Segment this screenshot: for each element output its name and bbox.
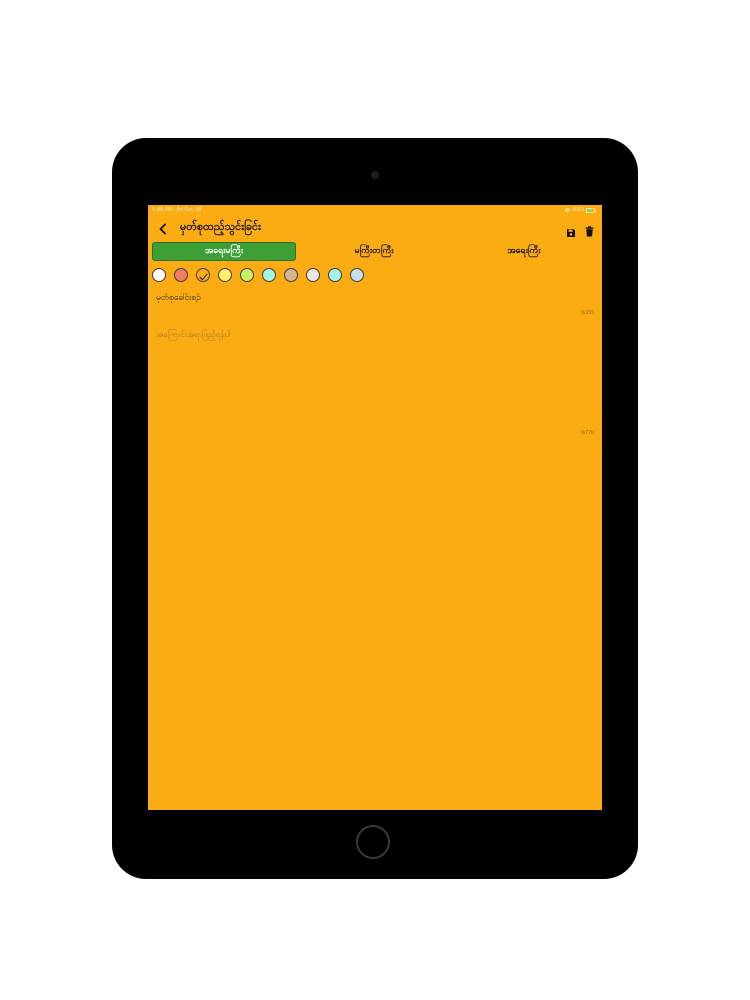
color-swatch-orange[interactable] bbox=[196, 268, 210, 282]
title-char-count: 0/255 bbox=[581, 311, 594, 316]
chevron-left-icon[interactable] bbox=[157, 221, 169, 235]
battery-icon bbox=[586, 207, 596, 213]
nav-bar: မှတ်စုထည့်သွင်းခြင်း bbox=[148, 217, 602, 239]
priority-segmented-control: အရေးမကြီး မကြီးတကြီး အရေးကြီး bbox=[152, 242, 598, 261]
battery-percent: 63% bbox=[572, 207, 584, 213]
segment-label: မကြီးတကြီး bbox=[354, 246, 394, 256]
checkmark-icon bbox=[198, 266, 208, 285]
note-editor-screen: 5:08 PM · Fri Oct 18 63% မှတ်စုထည့်သွင်း… bbox=[148, 205, 602, 810]
note-body-input[interactable] bbox=[156, 329, 586, 429]
color-swatch-light-gray[interactable] bbox=[306, 268, 320, 282]
color-swatch-mint[interactable] bbox=[262, 268, 276, 282]
segment-not-important[interactable]: အရေးမကြီး bbox=[152, 242, 296, 261]
color-swatch-yellow[interactable] bbox=[218, 268, 232, 282]
tablet-device: 5:08 PM · Fri Oct 18 63% မှတ်စုထည့်သွင်း… bbox=[112, 138, 638, 879]
segment-label: အရေးမကြီး bbox=[204, 246, 244, 256]
front-camera bbox=[371, 171, 379, 179]
segment-important[interactable]: အရေးကြီး bbox=[452, 242, 596, 261]
status-indicators: 63% bbox=[564, 205, 596, 215]
color-swatch-white[interactable] bbox=[152, 268, 166, 282]
segment-medium-important[interactable]: မကြီးတကြီး bbox=[302, 242, 446, 261]
note-title-input[interactable] bbox=[156, 293, 566, 303]
segment-label: အရေးကြီး bbox=[507, 246, 541, 256]
home-button[interactable] bbox=[356, 825, 390, 859]
page-title: မှတ်စုထည့်သွင်းခြင်း bbox=[180, 220, 261, 233]
status-bar: 5:08 PM · Fri Oct 18 63% bbox=[148, 205, 602, 215]
color-swatch-tan[interactable] bbox=[284, 268, 298, 282]
color-swatch-lime[interactable] bbox=[240, 268, 254, 282]
color-swatch-light-blue[interactable] bbox=[350, 268, 364, 282]
color-swatch-salmon[interactable] bbox=[174, 268, 188, 282]
color-swatch-aqua[interactable] bbox=[328, 268, 342, 282]
save-icon[interactable] bbox=[566, 223, 576, 237]
trash-icon[interactable] bbox=[585, 222, 594, 237]
wifi-icon bbox=[564, 208, 571, 213]
body-char-count: 0/770 bbox=[581, 431, 594, 436]
status-time: 5:08 PM · Fri Oct 18 bbox=[152, 207, 202, 213]
